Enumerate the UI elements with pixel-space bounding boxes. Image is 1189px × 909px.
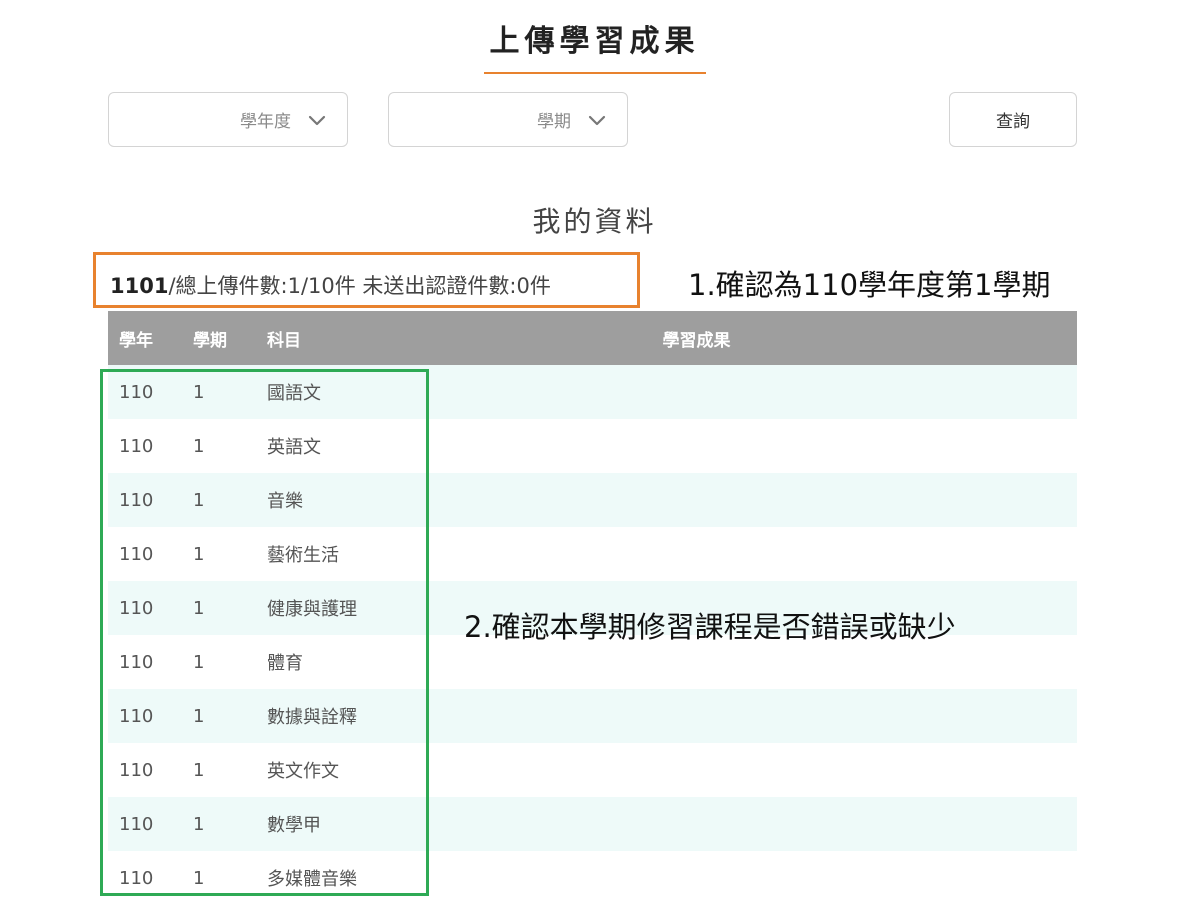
cell-year: 110 [119,381,154,403]
table-row: 110 1 英語文 [108,419,1077,473]
header-subject: 科目 [267,330,301,351]
cell-term: 1 [193,705,205,727]
page-title: 上傳學習成果 [483,16,706,74]
table-row: 110 1 國語文 [108,365,1077,419]
chevron-down-icon [308,115,326,125]
cell-subject: 健康與護理 [267,599,357,620]
annotation-note-2: 2.確認本學期修習課程是否錯誤或缺少 [464,610,956,644]
title-wrap: 上傳學習成果 [0,16,1189,74]
section-title: 我的資料 [532,205,657,238]
cell-term: 1 [193,543,205,565]
cell-subject: 數學甲 [267,815,321,836]
school-year-select[interactable]: 學年度 [108,92,348,147]
cell-year: 110 [119,705,154,727]
cell-term: 1 [193,381,205,403]
header-term: 學期 [193,330,227,351]
cell-term: 1 [193,597,205,619]
cell-year: 110 [119,489,154,511]
table-row: 110 1 數學甲 [108,797,1077,851]
summary-code: 1101 [110,274,169,298]
cell-subject: 藝術生活 [267,545,339,566]
table-header: 學年 學期 科目 學習成果 [108,311,1077,365]
cell-term: 1 [193,651,205,673]
summary-counts: /總上傳件數:1/10件 未送出認證件數:0件 [168,274,551,298]
summary-highlight-box: 1101/總上傳件數:1/10件 未送出認證件數:0件 [93,252,640,308]
cell-subject: 英語文 [267,437,321,458]
cell-subject: 多媒體音樂 [267,869,357,890]
cell-subject: 體育 [267,653,303,674]
upload-summary: 1101/總上傳件數:1/10件 未送出認證件數:0件 [110,270,551,300]
cell-term: 1 [193,435,205,457]
cell-year: 110 [119,435,154,457]
cell-term: 1 [193,489,205,511]
table-row: 110 1 英文作文 [108,743,1077,797]
cell-year: 110 [119,813,154,835]
table-row: 110 1 數據與詮釋 [108,689,1077,743]
school-year-select-label: 學年度 [240,112,291,132]
cell-year: 110 [119,543,154,565]
semester-select-label: 學期 [537,112,571,132]
cell-term: 1 [193,813,205,835]
cell-subject: 音樂 [267,491,303,512]
cell-year: 110 [119,867,154,889]
upload-learning-results-page: 上傳學習成果 學年度 學期 查詢 我的資料 1101/總上傳件數:1/10件 未… [0,0,1189,909]
annotation-note-1: 1.確認為110學年度第1學期 [688,268,1051,302]
cell-subject: 數據與詮釋 [267,707,357,728]
cell-term: 1 [193,759,205,781]
semester-select[interactable]: 學期 [388,92,628,147]
header-year: 學年 [119,330,153,351]
table-row: 110 1 多媒體音樂 [108,851,1077,905]
cell-term: 1 [193,867,205,889]
cell-year: 110 [119,597,154,619]
cell-subject: 國語文 [267,383,321,404]
query-button[interactable]: 查詢 [949,92,1077,147]
cell-year: 110 [119,759,154,781]
header-result: 學習成果 [662,330,731,351]
table-row: 110 1 藝術生活 [108,527,1077,581]
cell-year: 110 [119,651,154,673]
table-row: 110 1 音樂 [108,473,1077,527]
cell-subject: 英文作文 [267,761,339,782]
chevron-down-icon [588,115,606,125]
